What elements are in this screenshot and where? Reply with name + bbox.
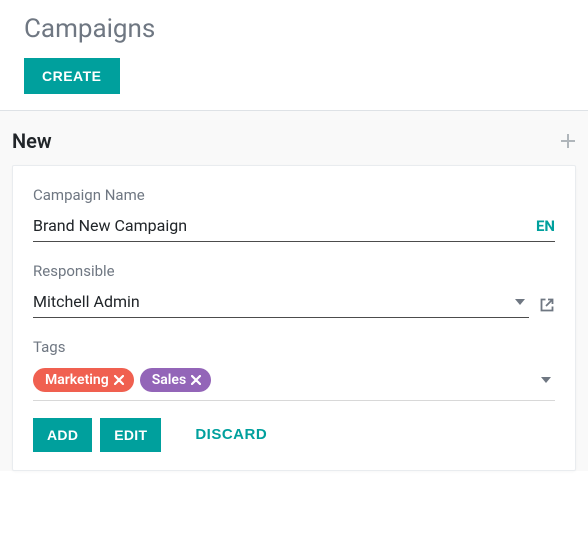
tags-input[interactable]: Marketing Sales (33, 368, 555, 401)
card-actions: ADD EDIT DISCARD (33, 417, 555, 452)
responsible-row: Mitchell Admin (33, 292, 555, 318)
chevron-down-icon[interactable] (511, 299, 529, 305)
campaign-name-label: Campaign Name (33, 186, 555, 204)
language-badge[interactable]: EN (528, 217, 555, 235)
close-icon[interactable] (191, 375, 201, 385)
external-link-icon[interactable] (539, 297, 555, 313)
header: Campaigns CREATE (0, 0, 588, 110)
tags-field: Tags Marketing Sales (33, 338, 555, 401)
tag-label: Marketing (45, 372, 109, 388)
campaign-card: Campaign Name EN Responsible Mitchell Ad… (12, 165, 576, 471)
edit-button[interactable]: EDIT (100, 418, 161, 452)
close-icon[interactable] (114, 375, 124, 385)
tags-container: Marketing Sales (33, 368, 211, 392)
campaign-name-field: Campaign Name EN (33, 186, 555, 242)
tags-label: Tags (33, 338, 555, 356)
discard-button[interactable]: DISCARD (181, 417, 281, 452)
add-button[interactable]: ADD (33, 418, 92, 452)
campaign-name-input-wrap: EN (33, 216, 555, 242)
tag: Marketing (33, 368, 134, 392)
create-button[interactable]: CREATE (24, 58, 120, 94)
tag-label: Sales (152, 372, 186, 388)
tag: Sales (140, 368, 211, 392)
responsible-field: Responsible Mitchell Admin (33, 262, 555, 318)
responsible-input-wrap[interactable]: Mitchell Admin (33, 292, 529, 318)
campaign-name-input[interactable] (33, 216, 528, 235)
column-title: New (12, 129, 52, 153)
column-header: New (8, 129, 580, 165)
page-title: Campaigns (24, 14, 572, 44)
chevron-down-icon[interactable] (537, 377, 555, 383)
responsible-label: Responsible (33, 262, 555, 280)
responsible-value: Mitchell Admin (33, 292, 511, 311)
plus-icon[interactable] (560, 133, 576, 149)
kanban-column: New Campaign Name EN Responsible Mitchel… (0, 111, 588, 471)
